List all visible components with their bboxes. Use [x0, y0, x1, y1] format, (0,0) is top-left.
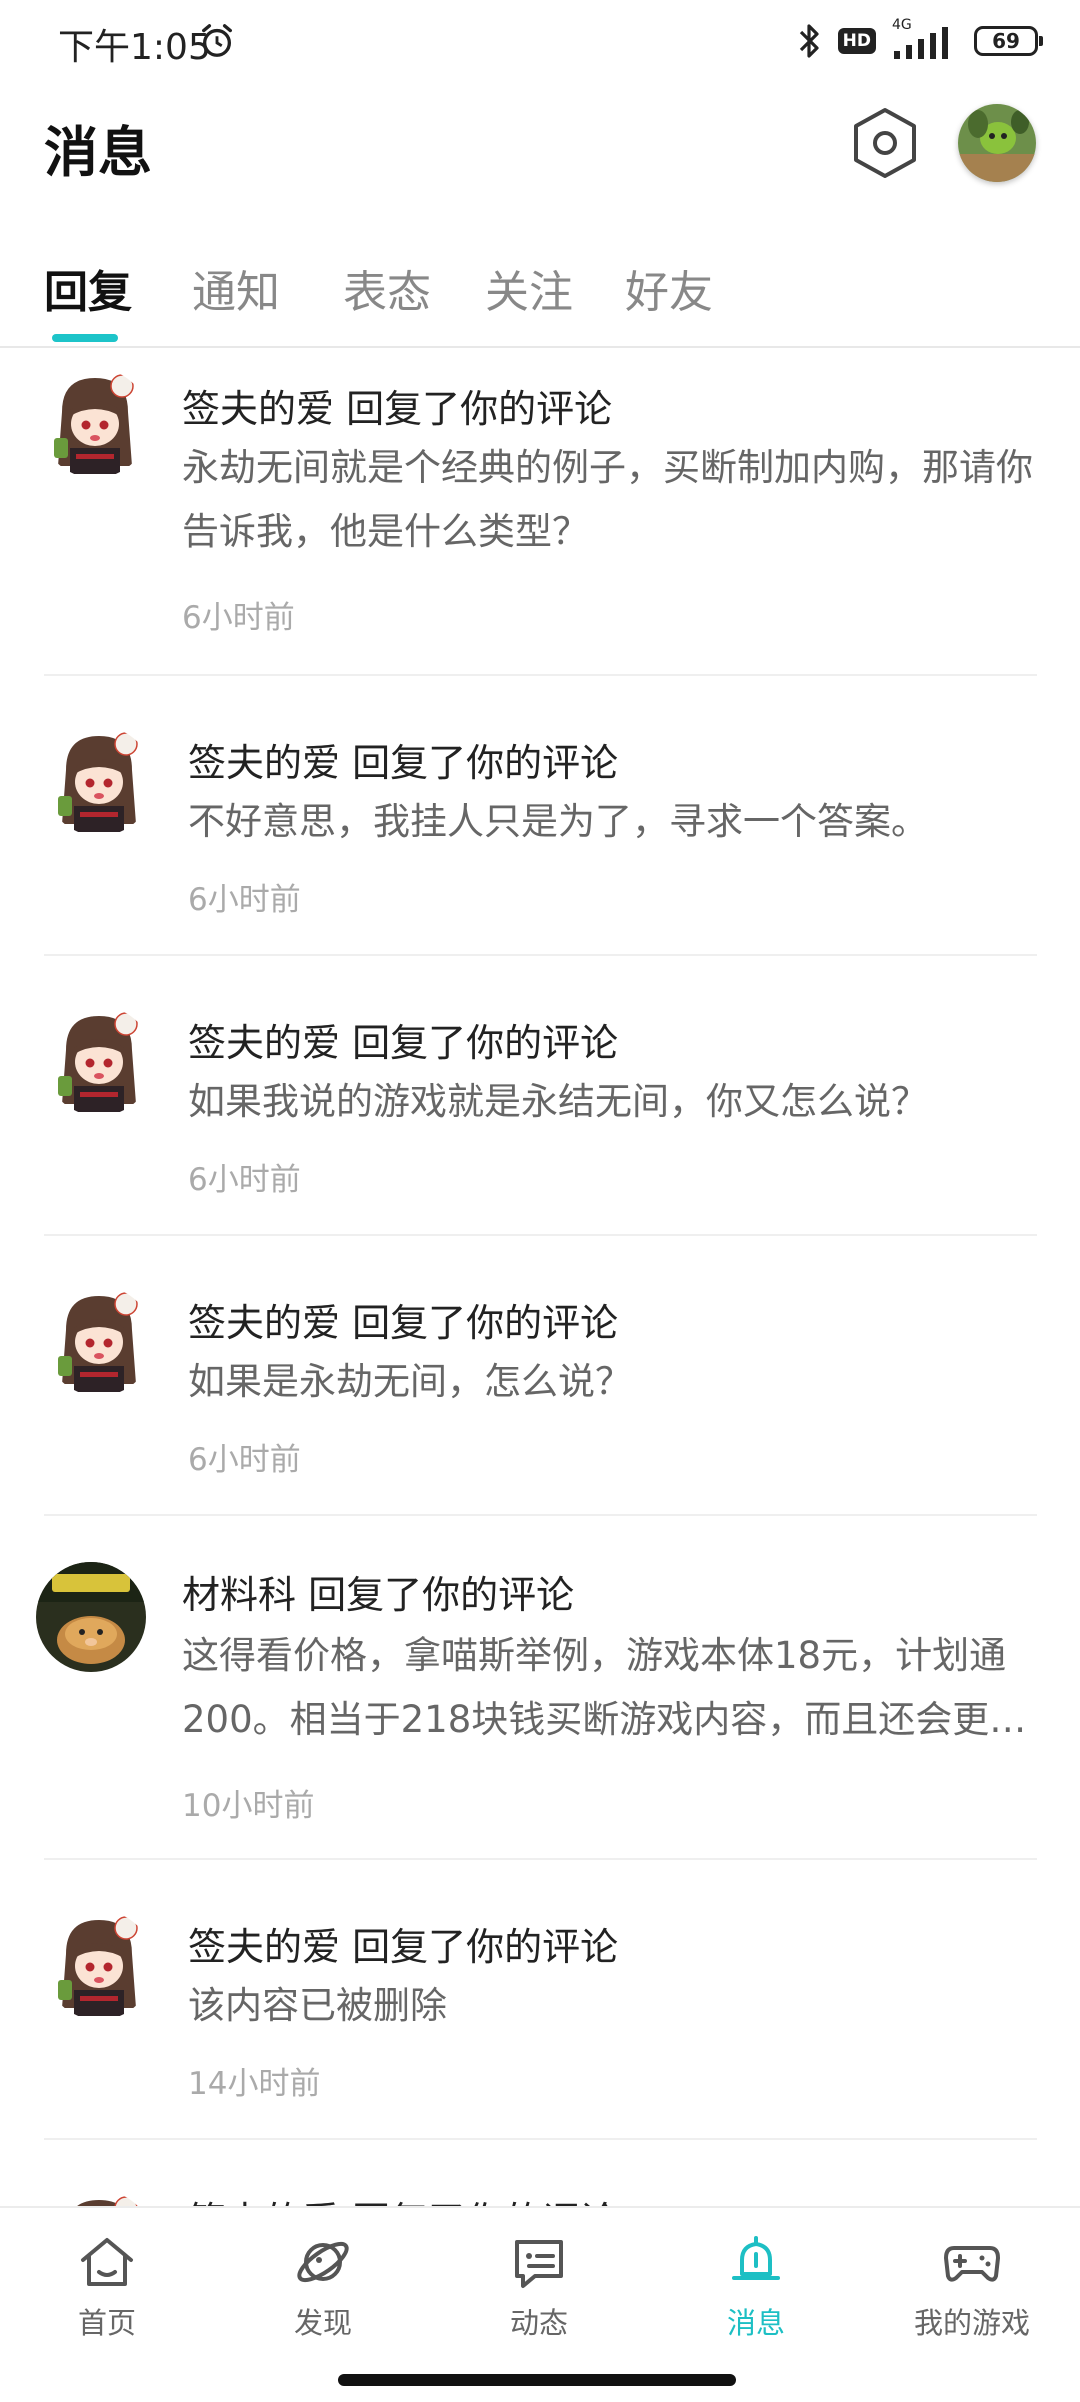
item-time: 6小时前 — [182, 600, 295, 636]
item-body: 如果我说的游戏就是永结无间，你又怎么说？ — [188, 1080, 928, 1123]
reply-list: 签夫的爱 回复了你的评论 永劫无间就是个经典的例子，买断制加内购，那请你告诉我，… — [0, 346, 1080, 2206]
bell-icon — [732, 2236, 780, 2280]
tab-notice[interactable]: 通知 — [192, 256, 280, 320]
nav-messages-label: 消息 — [726, 2306, 785, 2340]
nav-discover[interactable]: 发现 — [243, 2230, 403, 2350]
profile-avatar[interactable] — [958, 104, 1036, 182]
item-time: 6小时前 — [188, 882, 301, 918]
nav-feed-label: 动态 — [509, 2306, 568, 2340]
bluetooth-icon — [799, 24, 819, 58]
battery-level: 69 — [992, 29, 1020, 53]
list-item[interactable]: 签夫的爱 回复了你的评论 永劫无间就是个经典的例子，买断制加内购，那请你告诉我，… — [0, 346, 1080, 676]
item-title: 签夫的爱 回复了你的评论 — [188, 1925, 619, 1969]
tab-reaction[interactable]: 表态 — [343, 256, 431, 320]
item-title: 签夫的爱 回复了你的评论 — [188, 741, 619, 785]
tab-reply[interactable]: 回复 — [44, 256, 132, 320]
avatar[interactable] — [44, 1006, 154, 1116]
hd-badge: HD — [837, 28, 876, 54]
item-body: 不好意思，我挂人只是为了，寻求一个答案。 — [188, 800, 928, 843]
nav-my-games-label: 我的游戏 — [913, 2306, 1030, 2340]
nav-messages[interactable]: 消息 — [676, 2230, 836, 2350]
nav-my-games[interactable]: 我的游戏 — [892, 2230, 1052, 2350]
page-header: 消息 — [0, 96, 1080, 206]
alarm-icon — [202, 24, 232, 57]
active-tab-indicator — [52, 334, 118, 342]
list-item[interactable]: 签夫的爱 回复了你的评论 如果是永劫无间，怎么说？ 6小时前 — [0, 1236, 1080, 1516]
item-title: 签夫的爱 回复了你的评论 — [188, 1301, 619, 1345]
item-title: 签夫的爱 回复了你的评论 — [188, 2190, 618, 2206]
message-tabs: 回复 通知 表态 关注 好友 — [0, 250, 1080, 348]
item-time: 14小时前 — [188, 2066, 321, 2102]
list-item[interactable]: 签夫的爱 回复了你的评论 该内容已被删除 14小时前 — [0, 1860, 1080, 2140]
item-time: 6小时前 — [188, 1162, 301, 1198]
nav-discover-label: 发现 — [293, 2306, 352, 2340]
status-bar: 下午1:05 HD 4G 69 — [0, 0, 1080, 84]
item-body: 该内容已被删除 — [188, 1984, 447, 2027]
network-type: 4G — [892, 17, 912, 33]
page-title: 消息 — [44, 121, 152, 184]
bottom-navigation: 首页 发现 动态 消息 我的游戏 — [0, 2206, 1080, 2402]
tab-friends[interactable]: 好友 — [625, 256, 713, 320]
avatar[interactable] — [44, 1286, 154, 1396]
nav-feed[interactable]: 动态 — [459, 2230, 619, 2350]
avatar[interactable] — [44, 726, 154, 836]
avatar[interactable] — [40, 368, 150, 478]
home-indicator[interactable] — [338, 2374, 736, 2386]
item-body: 如果是永劫无间，怎么说？ — [188, 1360, 632, 1403]
chat-card-icon — [515, 2240, 563, 2288]
nav-home-label: 首页 — [77, 2306, 136, 2340]
list-item[interactable]: 签夫的爱 回复了你的评论 如果我说的游戏就是永结无间，你又怎么说？ 6小时前 — [0, 956, 1080, 1236]
avatar[interactable] — [36, 1562, 146, 1672]
status-time: 下午1:05 — [58, 27, 211, 68]
tab-follow[interactable]: 关注 — [485, 256, 573, 320]
item-time: 10小时前 — [182, 1788, 315, 1824]
item-title: 签夫的爱 回复了你的评论 — [182, 387, 613, 431]
cell-signal-icon: 4G — [890, 17, 960, 61]
item-time: 6小时前 — [188, 1442, 301, 1478]
item-title: 签夫的爱 回复了你的评论 — [188, 1021, 619, 1065]
avatar[interactable] — [44, 1910, 154, 2020]
list-item[interactable]: 材料科 回复了你的评论 这得看价格，拿喵斯举例，游戏本体18元，计划通200。相… — [0, 1516, 1080, 1860]
battery-icon: 69 — [974, 26, 1043, 56]
item-title: 材料科 回复了你的评论 — [182, 1573, 575, 1617]
nav-home[interactable]: 首页 — [27, 2230, 187, 2350]
list-item[interactable]: 签夫的爱 回复了你的评论 不好意思，我挂人只是为了，寻求一个答案。 6小时前 — [0, 676, 1080, 956]
item-body: 这得看价格，拿喵斯举例，游戏本体18元，计划通200。相当于218块钱买断游戏内… — [182, 1634, 1027, 1741]
home-icon — [81, 2238, 133, 2286]
item-body: 永劫无间就是个经典的例子，买断制加内购，那请你告诉我，他是什么类型？ — [182, 446, 1033, 553]
planet-icon — [297, 2241, 349, 2283]
gamepad-icon — [944, 2246, 1000, 2282]
settings-hexagon-icon[interactable] — [850, 106, 920, 180]
avatar[interactable] — [44, 2190, 154, 2206]
list-item[interactable]: 签夫的爱 回复了你的评论 — [0, 2140, 1080, 2206]
